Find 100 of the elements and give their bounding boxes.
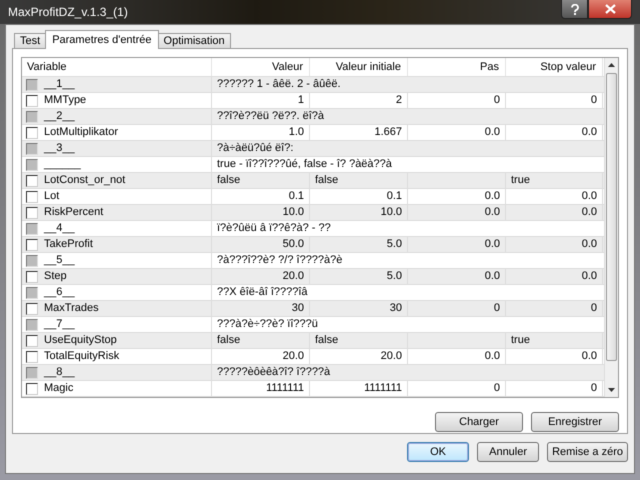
table-cell-text: ??î?è??ëü ?ë??. ëî?à <box>216 109 326 124</box>
table-cell: 20.0 <box>212 349 310 364</box>
variable-name: __1__ <box>44 77 75 92</box>
checkbox[interactable] <box>26 126 38 138</box>
checkbox[interactable] <box>26 270 38 282</box>
table-cell-text: ?????èôèêà?î? î????à <box>216 365 332 380</box>
checkbox[interactable] <box>26 110 38 122</box>
checkbox[interactable] <box>26 206 38 218</box>
button[interactable]: Annuler <box>477 442 540 462</box>
table-cell: 1.667 <box>310 125 408 140</box>
variable-name: __7__ <box>44 317 75 332</box>
button[interactable]: Remise a zéro <box>547 442 628 462</box>
button[interactable]: Charger <box>435 412 523 432</box>
close-button[interactable] <box>588 0 632 19</box>
checkbox[interactable] <box>26 254 38 266</box>
close-icon <box>604 4 616 14</box>
table-cell: 0 <box>408 93 506 108</box>
table-cell: 0.0 <box>408 237 506 252</box>
table-cell: 0.0 <box>506 189 603 204</box>
help-button[interactable] <box>561 0 588 19</box>
table-cell: 0.1 <box>310 189 408 204</box>
table-cell: 0.0 <box>506 125 603 140</box>
table-cell: 0 <box>506 93 603 108</box>
column-header[interactable]: Stop valeur <box>506 58 603 76</box>
table-cell: 30 <box>212 301 310 316</box>
button[interactable]: OK <box>407 442 470 462</box>
table-cell: 2 <box>310 93 408 108</box>
table-cell: 50.0 <box>212 237 310 252</box>
variable-name: __4__ <box>44 221 75 236</box>
checkbox[interactable] <box>26 174 38 186</box>
column-header[interactable]: Variable <box>22 58 212 76</box>
checkbox[interactable] <box>26 238 38 250</box>
button[interactable]: Enregistrer <box>531 412 619 432</box>
tab[interactable]: Optimisation <box>158 33 231 48</box>
variable-name: __5__ <box>44 253 75 268</box>
column-header[interactable]: Valeur initiale <box>310 58 408 76</box>
checkbox[interactable] <box>26 78 38 90</box>
window-title: MaxProfitDZ_v.1.3_(1) <box>8 5 128 19</box>
variable-name: LotConst_or_not <box>44 173 126 188</box>
column-header[interactable]: Valeur <box>212 58 310 76</box>
table-cell: 0 <box>506 381 603 396</box>
table-cell: 0.0 <box>408 269 506 284</box>
checkbox[interactable] <box>26 222 38 234</box>
checkbox[interactable] <box>26 334 38 346</box>
table-cell: 20.0 <box>212 269 310 284</box>
table-cell-text: ï?è?ûëü â ï??ê?à? - ?? <box>216 221 332 236</box>
checkbox[interactable] <box>26 366 38 378</box>
table-cell: 10.0 <box>212 205 310 220</box>
table-cell: 0.0 <box>506 349 603 364</box>
table-cell: true <box>506 333 603 348</box>
checkbox[interactable] <box>26 190 38 202</box>
table-cell: 0.0 <box>408 349 506 364</box>
table-cell: 5.0 <box>310 237 408 252</box>
variable-name: Step <box>44 269 67 284</box>
checkbox[interactable] <box>26 302 38 314</box>
table-cell: true <box>506 173 603 188</box>
table-cell: false <box>212 333 310 348</box>
scrollbar[interactable] <box>604 58 618 397</box>
table-cell-text: ?????? 1 - âêë. 2 - âûêë. <box>216 77 342 92</box>
checkbox[interactable] <box>26 158 38 170</box>
variable-name: UseEquityStop <box>44 333 117 348</box>
scrollbar-thumb[interactable] <box>606 73 617 361</box>
variable-name: TotalEquityRisk <box>44 349 120 364</box>
variable-name: RiskPercent <box>44 205 104 220</box>
variable-name: ______ <box>44 157 81 172</box>
checkbox[interactable] <box>26 94 38 106</box>
table-cell: 0.0 <box>506 205 603 220</box>
table-cell-text: ??X êîë-âî î????îâ <box>216 285 309 300</box>
table-cell: 1 <box>212 93 310 108</box>
table-cell: false <box>212 173 310 188</box>
up-arrow-icon <box>608 63 615 67</box>
table-cell-text: true - ïî??î???ûé, false - î? ?àëà??à <box>216 157 393 172</box>
table-cell: 0.0 <box>408 189 506 204</box>
table-cell: 0.0 <box>506 269 603 284</box>
variable-name: Lot <box>44 189 60 204</box>
checkbox[interactable] <box>26 286 38 298</box>
column-header[interactable]: Pas <box>408 58 506 76</box>
table-cell: 1.0 <box>212 125 310 140</box>
table-cell: 0.0 <box>408 125 506 140</box>
table-cell: 0.1 <box>212 189 310 204</box>
table-cell: 0 <box>506 301 603 316</box>
variable-name: __6__ <box>44 285 75 300</box>
variable-name: TakeProfit <box>44 237 93 252</box>
checkbox[interactable] <box>26 382 38 394</box>
table-cell: 10.0 <box>310 205 408 220</box>
checkbox[interactable] <box>26 350 38 362</box>
variable-name: Magic <box>44 381 74 396</box>
down-arrow-icon <box>608 388 615 392</box>
table-cell: 0 <box>408 301 506 316</box>
checkbox[interactable] <box>26 142 38 154</box>
table-cell: false <box>310 173 408 188</box>
checkbox[interactable] <box>26 318 38 330</box>
tab[interactable]: Parametres d'entrée <box>45 30 159 49</box>
table-cell: 0.0 <box>506 237 603 252</box>
table-cell: 1111111 <box>310 381 408 396</box>
table-cell: 0 <box>408 381 506 396</box>
help-icon <box>570 4 580 14</box>
table-cell: 20.0 <box>310 349 408 364</box>
tab[interactable]: Test <box>14 33 46 48</box>
variable-name: __3__ <box>44 141 75 156</box>
